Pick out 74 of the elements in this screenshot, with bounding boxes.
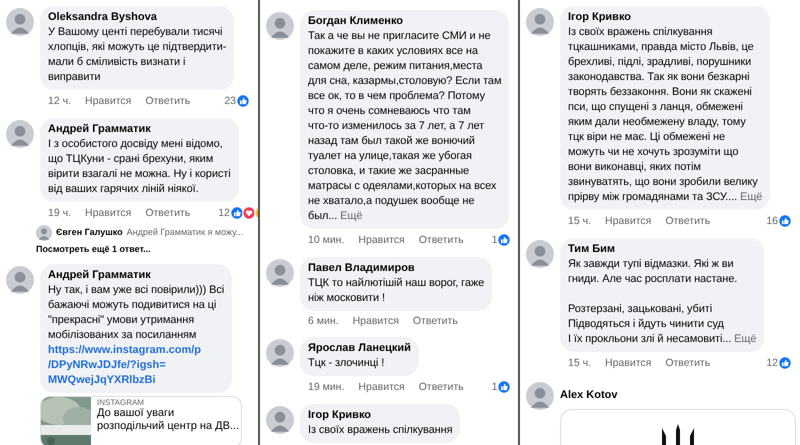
reaction-count: 16	[766, 215, 778, 227]
reply-link[interactable]: Ответить	[145, 95, 190, 107]
see-more-link[interactable]: Ещё	[340, 210, 362, 222]
reaction-count: 12	[218, 207, 230, 219]
comment-link[interactable]: https://www.instagram.com/p /DPyNRwJDJfe/?igsh= MWQwejJqYXRlbzBi	[48, 343, 224, 388]
like-reaction-icon	[230, 206, 244, 220]
link-preview-card[interactable]: INSTAGRAM До вашої уваги розподільчий центр на ДВ...	[40, 396, 242, 445]
like-reaction-icon	[497, 233, 512, 247]
like-link[interactable]: Нравится	[84, 207, 132, 219]
more-replies-link[interactable]: Посмотреть ещё 1 ответ...	[36, 244, 254, 254]
comment-text: Ну так, і вам уже всі повірили))) Всі бажаючі можуть подивитися на ці "прекрасні" умови утримання мобілізованих за посиланням	[48, 283, 224, 343]
avatar	[6, 266, 34, 294]
reply-link[interactable]: Ответить	[665, 357, 710, 369]
comment-time: 15 ч.	[568, 357, 591, 369]
avatar	[6, 8, 34, 36]
reply-link[interactable]: Ответить	[418, 381, 464, 393]
see-more-link[interactable]: Ещё	[734, 333, 756, 345]
reply-link[interactable]: Ответить	[418, 234, 464, 246]
avatar	[266, 12, 294, 40]
comment-author[interactable]: Ігор Кривко	[568, 10, 762, 25]
comment-text: Із своїх вражень спілкування	[308, 423, 452, 438]
comment-text: У Вашому центі перебували тисячі хлопців, які можуть це підтвердити- мали б сміливість визнати і виправити	[48, 25, 226, 85]
reply-link[interactable]: Ответить	[665, 215, 710, 227]
comment-text: Тцк - злочинці !	[308, 356, 386, 371]
preview-title: До вашої уваги розподільчий центр на ДВ...	[97, 407, 240, 433]
comment-author[interactable]: Андрей Грамматик	[48, 122, 231, 137]
reply-link[interactable]: Ответить	[412, 315, 458, 327]
reaction-count: 23	[224, 95, 236, 107]
comment-author[interactable]: Ігор Кривко	[308, 408, 452, 423]
reply-text: Андрей Грамматик я можу...	[126, 227, 244, 237]
like-link[interactable]: Нравится	[604, 357, 652, 369]
like-link[interactable]: Нравится	[358, 381, 405, 393]
comment-text: Із своїх вражень спілкування тцкашниками, правда місто Львів, це брехливі, підлі, зрадливі, порушники законодавства. Так як вони безкарні творять беззаконня. Вони як скажені пси, що спущені з ланця, обмежені яким дали необмежену владу, тому тцк віри не має. Ці обмежені не можуть чи не хочуть зрозуміти що вони виконавці, яких потім звинуватять, що вони зробили велику прірву між громадянами та ЗСУ.... Ещё	[568, 25, 762, 205]
comment-time: 15 ч.	[568, 215, 591, 227]
comment-time: 12 ч.	[48, 95, 71, 107]
heart-reaction-icon	[242, 206, 256, 220]
comment-time: 19 мин.	[308, 381, 344, 393]
comment-text: І з особистого досвіду мені відомо, що ТЦКуни - срані брехуни, яким вірити взагалі не можна. Ну і користі від ваших гарячих ліній ніякої.	[48, 137, 231, 197]
comment-time: 10 мин.	[308, 234, 344, 246]
like-reaction-icon	[778, 356, 792, 370]
reaction-count: 1	[492, 381, 498, 393]
see-more-link[interactable]: Ещё	[740, 191, 762, 203]
reply-author[interactable]: Євген Галушко	[56, 227, 123, 237]
comment-text: ТЦК то найлютішій наш ворог, гаже ніж московити !	[308, 276, 484, 306]
avatar	[6, 120, 34, 148]
comment-author[interactable]: Ярослав Ланецкий	[308, 341, 411, 356]
comment-text: Як завжди тупі відмазки. Які ж ви гниди. Але час росплати настане. Розтерзані, зацьковані, убиті Підводяться і йдуть чинити суд І їх прокльони злі й несамовиті... Ещё	[568, 257, 756, 347]
preview-source: INSTAGRAM	[97, 398, 145, 407]
avatar	[266, 259, 294, 287]
like-reaction-icon	[778, 214, 792, 228]
comment-author[interactable]: Павел Владимиров	[308, 261, 484, 276]
comment-text: Так а че вы не пригласите СМИ и не покажите в каких условиях все на самом деле, режим питания,места для сна, казармы,столовую? Если там все ок, то в чем проблема? Потому что я очень сомневаюсь что там что-то изменилось за 7 лет, а 7 лет назад там был такой же вонючий туалет на улице,такая же убогая столовка, и такие же засранные матрасы с одеялами,которых на всех не хватало,а подушек вообще не был... Ещё	[308, 29, 502, 224]
avatar	[266, 406, 294, 434]
avatar	[526, 240, 554, 268]
like-reaction-icon	[236, 94, 250, 108]
comment-time: 6 мин.	[308, 315, 339, 327]
reaction-count: 12	[766, 357, 778, 369]
like-link[interactable]: Нравится	[352, 315, 399, 327]
comment-author[interactable]: Тим Бим	[568, 242, 756, 257]
like-reaction-icon	[497, 380, 512, 394]
avatar	[36, 225, 52, 241]
comment-author[interactable]: Богдан Клименко	[308, 14, 502, 29]
like-link[interactable]: Нравится	[604, 215, 652, 227]
comment-author[interactable]: Андрей Грамматик	[48, 268, 224, 283]
reaction-count: 1	[492, 234, 498, 246]
like-link[interactable]: Нравится	[358, 234, 405, 246]
avatar	[526, 8, 554, 36]
comment-author[interactable]: Alex Kotov	[560, 380, 796, 409]
comment-author[interactable]: Oleksandra Byshova	[48, 10, 226, 25]
like-link[interactable]: Нравится	[84, 95, 132, 107]
avatar	[266, 339, 294, 367]
comment-time: 19 ч.	[48, 207, 71, 219]
avatar	[526, 382, 554, 410]
reply-link[interactable]: Ответить	[145, 207, 190, 219]
